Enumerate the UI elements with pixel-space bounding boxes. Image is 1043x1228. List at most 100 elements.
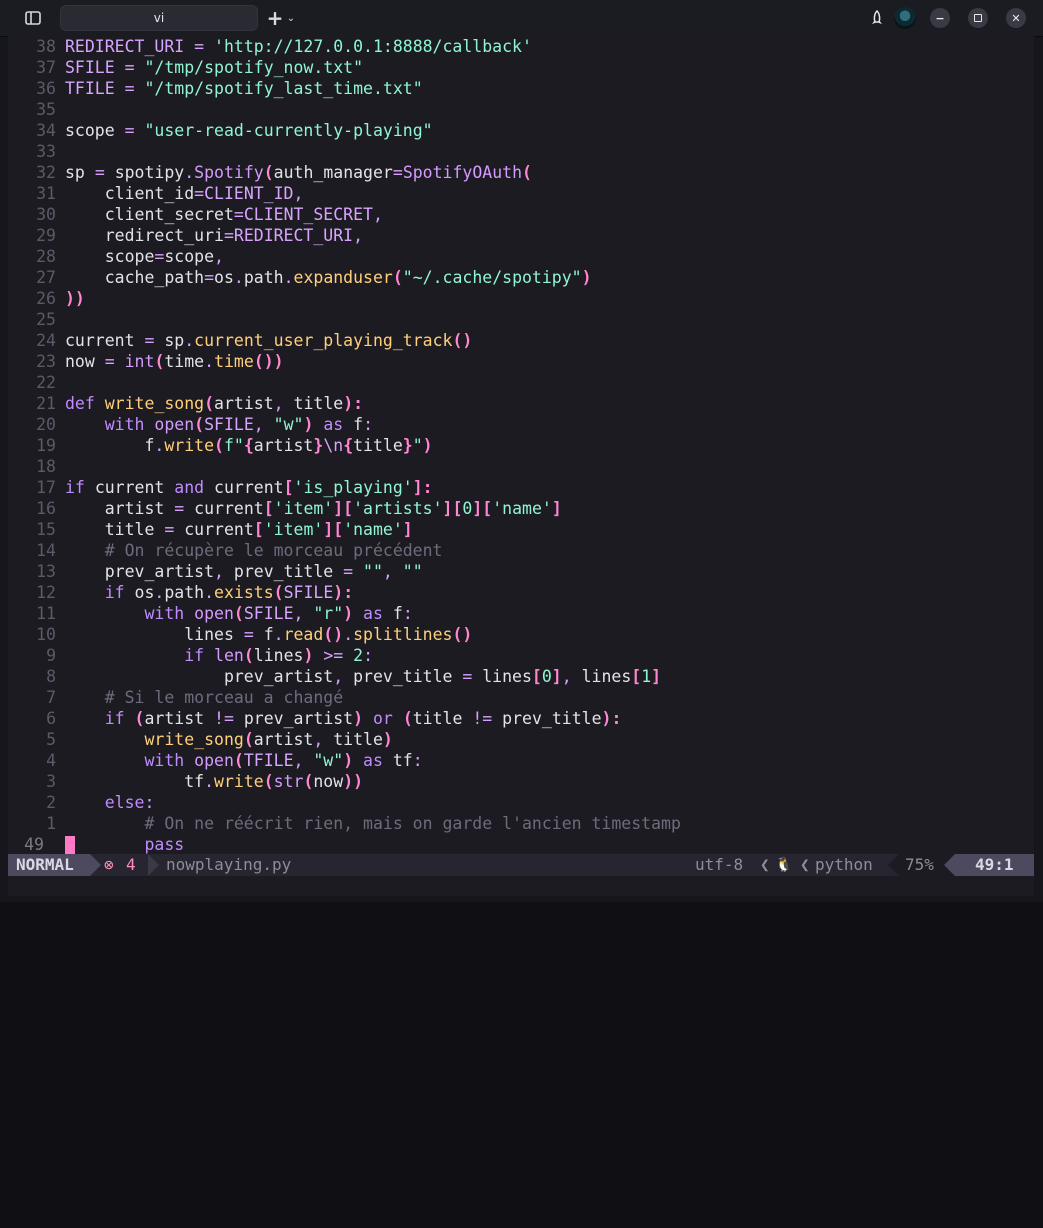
line-number: 7	[46, 688, 56, 707]
code-token: .	[233, 268, 244, 287]
line-number: 31	[36, 184, 56, 203]
code-token: =	[392, 163, 403, 182]
code-token: scope	[65, 247, 155, 266]
code-line[interactable]: 20 with open(SFILE, "w") as f:	[8, 414, 1034, 435]
code-token: title	[293, 394, 344, 413]
code-token: =	[174, 499, 195, 518]
code-token: .	[204, 772, 215, 791]
code-line[interactable]: 8 prev_artist, prev_title = lines[0], li…	[8, 666, 1034, 687]
line-number: 12	[36, 583, 56, 602]
rocket-button[interactable]	[865, 6, 889, 30]
code-line[interactable]: 13 prev_artist, prev_title = "", ""	[8, 561, 1034, 582]
code-token: cache_path	[65, 268, 205, 287]
command-line[interactable]	[8, 876, 1034, 896]
code-line[interactable]: 36 TFILE = "/tmp/spotify_last_time.txt"	[8, 78, 1034, 99]
code-line[interactable]: 22	[8, 372, 1034, 393]
code-line[interactable]: 25	[8, 309, 1034, 330]
code-token: and	[174, 478, 215, 497]
code-line[interactable]: 35	[8, 99, 1034, 120]
code-token: SFILE	[283, 583, 334, 602]
code-line[interactable]: 31 client_id=CLIENT_ID,	[8, 183, 1034, 204]
code-token: now	[65, 352, 105, 371]
code-line[interactable]: 1 # On ne réécrit rien, mais on garde l'…	[8, 813, 1034, 834]
code-line[interactable]: 17 if current and current['is_playing']:	[8, 477, 1034, 498]
code-line[interactable]: 12 if os.path.exists(SFILE):	[8, 582, 1034, 603]
code-token: current	[65, 331, 145, 350]
code-line[interactable]: 14 # On récupère le morceau précédent	[8, 540, 1034, 561]
code-line[interactable]: 11 with open(SFILE, "r") as f:	[8, 603, 1034, 624]
code-line[interactable]: 33	[8, 141, 1034, 162]
code-token: ][	[333, 499, 354, 518]
code-line[interactable]: 49 pass	[8, 834, 1034, 854]
code-line[interactable]: 23 now = int(time.time())	[8, 351, 1034, 372]
code-token: client_secret	[65, 205, 234, 224]
tab-vi[interactable]: vi	[60, 5, 258, 31]
code-line[interactable]: 27 cache_path=os.path.expanduser("~/.cac…	[8, 267, 1034, 288]
code-line[interactable]: 4 with open(TFILE, "w") as tf:	[8, 750, 1034, 771]
code-line[interactable]: 3 tf.write(str(now))	[8, 771, 1034, 792]
code-line[interactable]: 6 if (artist != prev_artist) or (title !…	[8, 708, 1034, 729]
code-line[interactable]: 9 if len(lines) >= 2:	[8, 645, 1034, 666]
code-token: =	[194, 37, 215, 56]
code-token: =	[124, 58, 145, 77]
code-line[interactable]: 7 # Si le morceau a changé	[8, 687, 1034, 708]
close-button[interactable]: ✕	[1006, 8, 1026, 28]
code-token: (	[263, 772, 274, 791]
code-editor[interactable]: 38 REDIRECT_URI = 'http://127.0.0.1:8888/…	[8, 36, 1034, 854]
code-token: now	[313, 772, 344, 791]
code-line[interactable]: 28 scope=scope,	[8, 246, 1034, 267]
code-line[interactable]: 19 f.write(f"{artist}\n{title}")	[8, 435, 1034, 456]
code-line[interactable]: 29 redirect_uri=REDIRECT_URI,	[8, 225, 1034, 246]
line-number: 29	[36, 226, 56, 245]
code-line[interactable]: 34 scope = "user-read-currently-playing"	[8, 120, 1034, 141]
code-token: # On récupère le morceau précédent	[65, 541, 443, 560]
code-token: title	[412, 709, 473, 728]
code-token: current	[184, 520, 254, 539]
code-token: if	[65, 583, 135, 602]
code-line[interactable]: 10 lines = f.read().splitlines()	[8, 624, 1034, 645]
maximize-button[interactable]	[968, 8, 988, 28]
diagnostic-count: 4	[126, 855, 136, 874]
code-line[interactable]: 32 sp = spotipy.Spotify(auth_manager=Spot…	[8, 162, 1034, 183]
line-number: 8	[46, 667, 56, 686]
sidebar-toggle-button[interactable]	[21, 6, 45, 30]
code-token: )	[581, 268, 592, 287]
code-token: !=	[472, 709, 503, 728]
code-token: 2	[353, 646, 364, 665]
line-code: tf.write(str(now))	[65, 771, 363, 792]
file-name: nowplaying.py	[166, 855, 292, 874]
sidebar-icon	[25, 11, 41, 25]
code-line[interactable]: 2 else:	[8, 792, 1034, 813]
line-number: 32	[36, 163, 56, 182]
error-icon: ⊗	[104, 855, 114, 874]
code-token: :	[412, 751, 423, 770]
code-line[interactable]: 16 artist = current['item']['artists'][0…	[8, 498, 1034, 519]
code-token: TFILE	[65, 79, 125, 98]
code-token: open	[194, 751, 234, 770]
code-line[interactable]: 18	[8, 456, 1034, 477]
code-line[interactable]: 37 SFILE = "/tmp/spotify_now.txt"	[8, 57, 1034, 78]
code-line[interactable]: 21 def write_song(artist, title):	[8, 393, 1034, 414]
tab-menu-button[interactable]: ⌄	[283, 6, 299, 30]
code-token: [	[253, 520, 264, 539]
code-token: ,	[382, 562, 403, 581]
code-token: ()	[452, 331, 473, 350]
code-token: str	[273, 772, 304, 791]
line-number: 22	[36, 373, 56, 392]
code-line[interactable]: 5 write_song(artist, title)	[8, 729, 1034, 750]
code-token: SFILE	[65, 58, 125, 77]
minimize-button[interactable]: −	[930, 8, 950, 28]
code-line[interactable]: 26))	[8, 288, 1034, 309]
line-code: redirect_uri=REDIRECT_URI,	[65, 225, 363, 246]
avatar[interactable]	[894, 7, 916, 29]
code-line[interactable]: 15 title = current['item']['name']	[8, 519, 1034, 540]
code-token: }	[313, 436, 324, 455]
code-line[interactable]: 38 REDIRECT_URI = 'http://127.0.0.1:8888/…	[8, 36, 1034, 57]
code-token: .	[204, 352, 215, 371]
code-line[interactable]: 30 client_secret=CLIENT_SECRET,	[8, 204, 1034, 225]
code-line[interactable]: 24 current = sp.current_user_playing_trac…	[8, 330, 1034, 351]
code-token: 'artists'	[353, 499, 443, 518]
code-token: ][	[323, 520, 344, 539]
code-token: current	[194, 499, 264, 518]
line-number: 23	[36, 352, 56, 371]
